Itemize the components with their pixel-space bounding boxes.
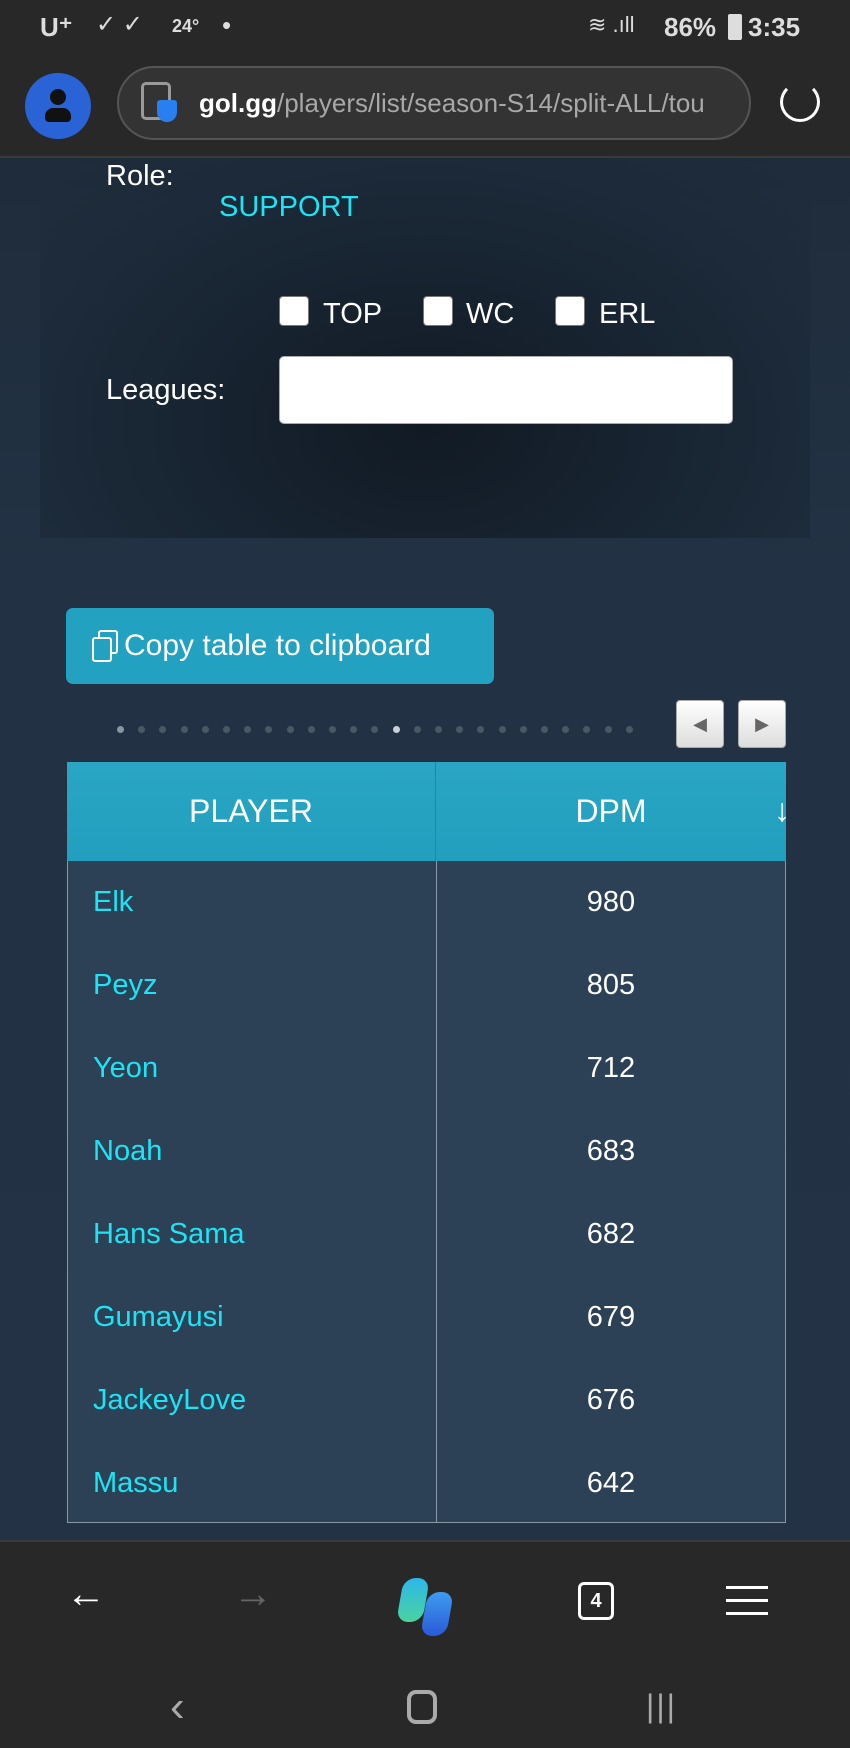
- pagination-dot[interactable]: [117, 726, 124, 733]
- table-row: Yeon 712: [68, 1027, 785, 1110]
- player-link[interactable]: Hans Sama: [68, 1218, 437, 1251]
- profile-avatar[interactable]: [25, 73, 91, 139]
- pagination-dot[interactable]: [180, 726, 188, 733]
- table-row: Peyz 805: [68, 944, 785, 1027]
- table-row: Massu 642: [68, 1442, 785, 1525]
- checkbox-erl-label: ERL: [599, 298, 656, 330]
- tabs-button[interactable]: 4: [578, 1582, 614, 1620]
- copy-icon: [92, 630, 118, 662]
- dpm-value: 712: [586, 1052, 636, 1084]
- leagues-label: Leagues:: [106, 374, 226, 406]
- pagination-dot[interactable]: [541, 726, 548, 733]
- copy-table-label: Copy table to clipboard: [124, 629, 431, 662]
- column-header-player[interactable]: PLAYER: [67, 762, 436, 861]
- player-link[interactable]: Peyz: [68, 969, 437, 1002]
- dot-icon: •: [222, 10, 232, 40]
- role-label: Role:: [106, 160, 174, 192]
- copy-table-button[interactable]: Copy table to clipboard: [66, 608, 494, 684]
- url-domain: gol.gg: [199, 88, 277, 118]
- column-header-dpm[interactable]: DPM ↓: [436, 762, 790, 861]
- forward-icon[interactable]: →: [233, 1572, 273, 1617]
- table-header: PLAYER DPM ↓: [67, 762, 790, 861]
- next-page-button[interactable]: ▶: [738, 700, 786, 748]
- dpm-value: 676: [586, 1384, 636, 1416]
- back-icon[interactable]: ←: [66, 1572, 106, 1617]
- dpm-value: 980: [586, 886, 636, 918]
- address-bar[interactable]: gol.gg/players/list/season-S14/split-ALL…: [117, 66, 751, 140]
- table-row: Gumayusi 679: [68, 1276, 785, 1359]
- leagues-input[interactable]: [279, 356, 733, 424]
- checkbox-top-label: TOP: [323, 298, 383, 330]
- menu-icon[interactable]: [726, 1586, 768, 1615]
- table-row: Elk 980: [68, 861, 785, 944]
- dpm-value: 642: [586, 1467, 636, 1499]
- player-link[interactable]: Yeon: [68, 1052, 437, 1085]
- checkbox-wc[interactable]: [423, 296, 453, 326]
- player-link[interactable]: Noah: [68, 1135, 437, 1168]
- table-row: JackeyLove 676: [68, 1359, 785, 1442]
- browser-bottom-bar: ← → 4 ‹ |||: [0, 1540, 850, 1748]
- pagination-dot[interactable]: [604, 726, 612, 733]
- battery-icon: [728, 14, 742, 40]
- checkbox-top[interactable]: [279, 296, 309, 326]
- pagination-dot[interactable]: [329, 726, 336, 733]
- pagination-dot[interactable]: [201, 726, 209, 733]
- player-link[interactable]: Gumayusi: [68, 1301, 437, 1334]
- table-row: Hans Sama 682: [68, 1193, 785, 1276]
- column-header-dpm-label: DPM: [575, 793, 647, 829]
- pagination-dot[interactable]: [519, 726, 527, 733]
- filters-panel: [40, 158, 810, 538]
- prev-page-button[interactable]: ◀: [676, 700, 724, 748]
- pagination-dot[interactable]: [498, 726, 506, 733]
- pagination-dot[interactable]: [223, 726, 230, 733]
- pagination-dot[interactable]: [307, 726, 315, 733]
- carrier: U⁺: [40, 12, 73, 42]
- dpm-value: 683: [586, 1135, 636, 1167]
- dpm-value: 805: [586, 969, 636, 1001]
- player-link[interactable]: JackeyLove: [68, 1384, 437, 1417]
- pagination-dot[interactable]: [392, 726, 400, 733]
- clock: 3:35: [748, 12, 801, 42]
- system-back-icon[interactable]: ‹: [170, 1682, 185, 1732]
- system-recents-icon[interactable]: |||: [646, 1688, 677, 1725]
- checkbox-erl[interactable]: [555, 296, 585, 326]
- sort-desc-icon: ↓: [774, 792, 790, 828]
- dpm-value: 682: [586, 1218, 636, 1250]
- pagination-dot[interactable]: [286, 726, 294, 733]
- pagination-dot[interactable]: [625, 726, 633, 733]
- system-home-icon[interactable]: [407, 1690, 437, 1724]
- reload-icon[interactable]: [780, 82, 820, 122]
- players-table: Elk 980 Peyz 805 Yeon 712 Noah 683 Hans Sama 682 G…: [67, 861, 786, 1523]
- battery-level: 86%: [664, 12, 717, 42]
- pagination-dot[interactable]: [435, 726, 442, 733]
- status-bar: U⁺ ✓ ✓ 24° • ≋ .ıll 86% 3:35: [0, 0, 850, 55]
- task-check-icon: ✓ ✓: [96, 11, 143, 38]
- wifi-signal-icon: ≋ .ıll: [588, 12, 635, 37]
- role-value[interactable]: SUPPORT: [219, 191, 359, 224]
- checkbox-wc-label: WC: [466, 298, 515, 330]
- dpm-value: 679: [586, 1301, 636, 1333]
- url-path: /players/list/season-S14/split-ALL/tou: [276, 88, 705, 118]
- person-icon: [50, 89, 66, 105]
- caret-right-icon: ▶: [755, 713, 769, 734]
- player-link[interactable]: Massu: [68, 1467, 437, 1500]
- tab-count: 4: [590, 1589, 602, 1612]
- temperature: 24°: [172, 16, 200, 36]
- pagination-dot[interactable]: [413, 726, 421, 733]
- caret-left-icon: ◀: [693, 713, 707, 734]
- copilot-icon[interactable]: [396, 1578, 456, 1636]
- table-row: Noah 683: [68, 1110, 785, 1193]
- player-link[interactable]: Elk: [68, 886, 437, 919]
